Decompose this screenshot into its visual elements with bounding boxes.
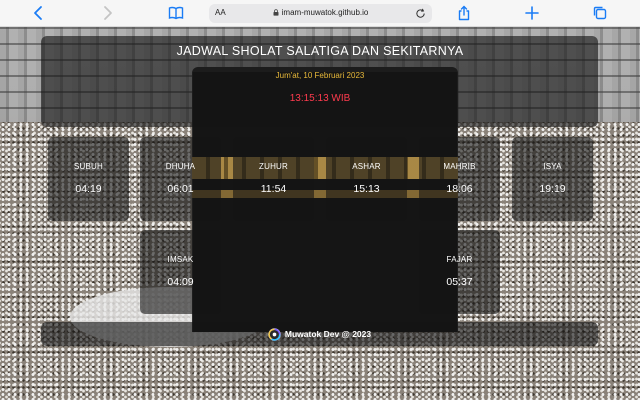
prayer-time: 04:09 <box>167 276 194 288</box>
prayer-card-dhuha: DHUHA 06:01 <box>140 137 221 221</box>
footer-panel: Muwatok Dev @ 2023 <box>41 322 598 346</box>
prayer-time: 04:19 <box>75 183 102 195</box>
prayer-name: FAJAR <box>446 255 473 264</box>
prayer-time: 18:06 <box>446 183 473 195</box>
prayer-card-subuh: SUBUH 04:19 <box>48 137 129 221</box>
prayer-name: DHUHA <box>165 162 196 171</box>
forward-icon[interactable] <box>96 3 118 23</box>
prayer-name: ZUHUR <box>259 162 288 171</box>
footer-credit: Muwatok Dev @ 2023 <box>284 329 372 339</box>
prayer-card-isya: ISYA 19:19 <box>512 137 593 221</box>
prayer-name: MAHRIB <box>443 162 476 171</box>
back-icon[interactable] <box>28 3 50 23</box>
prayer-name: IMSAK <box>167 255 194 264</box>
prayer-card-imsak: IMSAK 04:09 <box>140 230 221 314</box>
prayer-name: SUBUH <box>73 162 103 171</box>
muwatok-logo-icon <box>268 327 281 341</box>
new-tab-icon[interactable] <box>521 3 543 23</box>
prayer-time: 06:01 <box>167 183 194 195</box>
prayer-time: 19:19 <box>539 183 566 195</box>
prayer-card-mahrib: MAHRIB 18:06 <box>419 137 500 221</box>
tabs-overview-icon[interactable] <box>589 3 611 23</box>
prayer-time: 15:13 <box>353 183 380 195</box>
bookmarks-icon[interactable] <box>165 3 187 23</box>
lock-icon <box>273 9 279 16</box>
share-icon[interactable] <box>453 3 475 23</box>
prayer-card-zuhur: ZUHUR 11:54 <box>233 137 314 221</box>
prayer-card-ashar: ASHAR 15:13 <box>326 137 407 221</box>
current-time: 13:15:13 WIB <box>289 93 351 104</box>
browser-toolbar: AA imam-muwatok.github.io <box>0 0 640 27</box>
url-text: imam-muwatok.github.io <box>281 8 369 17</box>
prayer-name: ASHAR <box>352 162 381 171</box>
prayer-time: 05:37 <box>446 276 473 288</box>
page-title: JADWAL SHOLAT SALATIGA DAN SEKITARNYA <box>176 44 464 58</box>
prayer-card-fajar: FAJAR 05:37 <box>419 230 500 314</box>
prayer-time: 11:54 <box>260 183 287 195</box>
current-date: Jum'at, 10 Februari 2023 <box>275 71 365 80</box>
reload-icon[interactable] <box>415 8 426 19</box>
prayer-name: ISYA <box>543 162 562 171</box>
address-bar[interactable]: AA imam-muwatok.github.io <box>209 4 432 23</box>
